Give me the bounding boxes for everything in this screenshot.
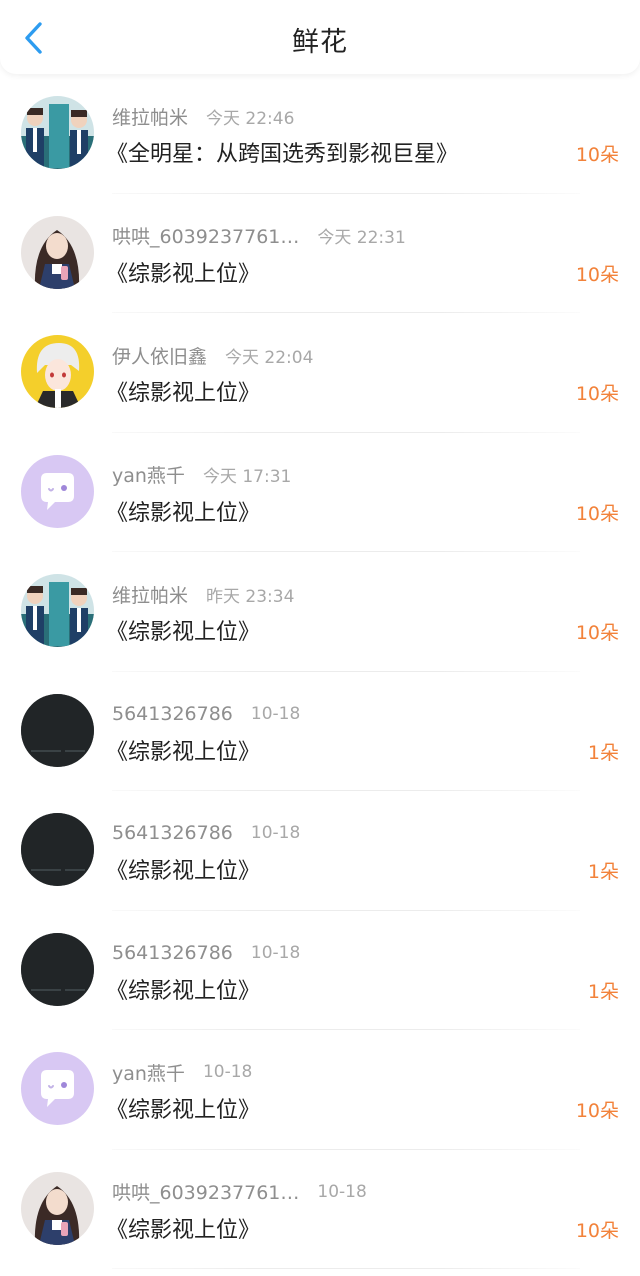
timestamp: 10-18	[317, 1181, 367, 1202]
item-meta: 维拉帕米 昨天 23:34	[112, 580, 294, 608]
list-item[interactable]: 5641326786 10-18 《综影视上位》 1朵	[0, 791, 640, 911]
list-item[interactable]: 哄哄_6039237761… 10-18 《综影视上位》 10朵	[0, 1150, 640, 1269]
username[interactable]: 哄哄_6039237761…	[112, 222, 299, 249]
page-title: 鲜花	[292, 27, 348, 58]
username[interactable]: 5641326786	[112, 703, 233, 725]
timestamp: 10-18	[250, 942, 301, 963]
list-item[interactable]: yan燕千 今天 17:31 《综影视上位》 10朵	[0, 433, 640, 552]
list-item[interactable]: 5641326786 10-18 《综影视上位》 1朵	[0, 672, 640, 791]
book-title[interactable]: 《综影视上位》	[106, 973, 260, 1005]
item-meta: 5641326786 10-18	[112, 700, 300, 728]
flower-count: 1朵	[587, 980, 619, 1003]
item-meta: 5641326786 10-18	[112, 819, 300, 847]
list-item[interactable]: 哄哄_6039237761… 今天 22:31 《综影视上位》 10朵	[0, 194, 640, 313]
flower-count: 1朵	[587, 861, 619, 883]
timestamp: 10-18	[250, 703, 301, 724]
username[interactable]: 哄哄_6039237761…	[112, 1178, 299, 1205]
book-title[interactable]: 《全明星：从跨国选秀到影视巨星》	[106, 136, 458, 168]
list-item[interactable]: 5641326786 10-18 《综影视上位》 1朵	[0, 911, 640, 1030]
flower-count: 10朵	[575, 622, 619, 644]
list-item[interactable]: 维拉帕米 今天 22:46 《全明星：从跨国选秀到影视巨星》 10朵	[0, 74, 640, 194]
flower-count: 10朵	[575, 383, 619, 405]
avatar-dark-photo[interactable]	[21, 813, 94, 886]
timestamp: 10-18	[202, 1062, 253, 1082]
username[interactable]: 5641326786	[112, 822, 233, 844]
avatar-anime-character[interactable]	[21, 335, 94, 408]
flower-count: 10朵	[575, 502, 619, 525]
item-meta: 哄哄_6039237761… 今天 22:31	[112, 222, 406, 250]
divider	[112, 1268, 580, 1269]
list-item[interactable]: 伊人依旧鑫 今天 22:04 《综影视上位》 10朵	[0, 313, 640, 433]
username[interactable]: 维拉帕米	[112, 103, 188, 130]
username[interactable]: 伊人依旧鑫	[112, 342, 207, 369]
timestamp: 今天 22:04	[225, 347, 314, 368]
book-title[interactable]: 《综影视上位》	[106, 1092, 260, 1124]
avatar-photo-boys[interactable]	[21, 96, 94, 169]
username[interactable]: yan燕千	[112, 461, 185, 488]
flower-count: 10朵	[575, 263, 619, 286]
avatar-photo-boys[interactable]	[21, 574, 94, 647]
timestamp: 昨天 23:34	[206, 586, 295, 607]
item-meta: 伊人依旧鑫 今天 22:04	[112, 341, 313, 369]
item-meta: yan燕千 10-18	[112, 1058, 252, 1086]
flower-count: 10朵	[575, 144, 619, 166]
username[interactable]: 5641326786	[112, 942, 233, 964]
timestamp: 10-18	[250, 823, 301, 843]
book-title[interactable]: 《综影视上位》	[106, 1212, 260, 1244]
item-meta: 5641326786 10-18	[112, 939, 300, 967]
flower-list: 维拉帕米 今天 22:46 《全明星：从跨国选秀到影视巨星》 10朵 哄哄_60…	[0, 74, 640, 1269]
book-title[interactable]: 《综影视上位》	[106, 375, 260, 407]
item-meta: 维拉帕米 今天 22:46	[112, 102, 294, 130]
avatar-default-chat-bubble[interactable]	[21, 1052, 94, 1125]
book-title[interactable]: 《综影视上位》	[106, 256, 260, 288]
avatar-dark-photo[interactable]	[21, 693, 94, 767]
book-title[interactable]: 《综影视上位》	[106, 734, 260, 766]
book-title[interactable]: 《综影视上位》	[106, 495, 260, 527]
list-item[interactable]: 维拉帕米 昨天 23:34 《综影视上位》 10朵	[0, 552, 640, 672]
avatar-default-chat-bubble[interactable]	[21, 454, 94, 528]
top-bar: 鲜花	[0, 0, 640, 74]
list-item[interactable]: yan燕千 10-18 《综影视上位》 10朵	[0, 1030, 640, 1150]
book-title[interactable]: 《综影视上位》	[106, 853, 260, 885]
timestamp: 今天 22:46	[206, 108, 295, 129]
flower-count: 1朵	[587, 741, 619, 764]
item-meta: 哄哄_6039237761… 10-18	[112, 1178, 367, 1206]
flower-count: 10朵	[575, 1100, 619, 1122]
timestamp: 今天 22:31	[317, 228, 406, 248]
avatar-dark-photo[interactable]	[21, 932, 94, 1006]
username[interactable]: yan燕千	[112, 1059, 185, 1086]
flower-count: 10朵	[575, 1219, 619, 1242]
username[interactable]: 维拉帕米	[112, 581, 188, 608]
book-title[interactable]: 《综影视上位》	[106, 614, 260, 646]
avatar-photo-girl[interactable]	[21, 215, 94, 289]
avatar-photo-girl[interactable]	[21, 1171, 94, 1245]
item-meta: yan燕千 今天 17:31	[112, 461, 291, 489]
timestamp: 今天 17:31	[202, 467, 292, 487]
